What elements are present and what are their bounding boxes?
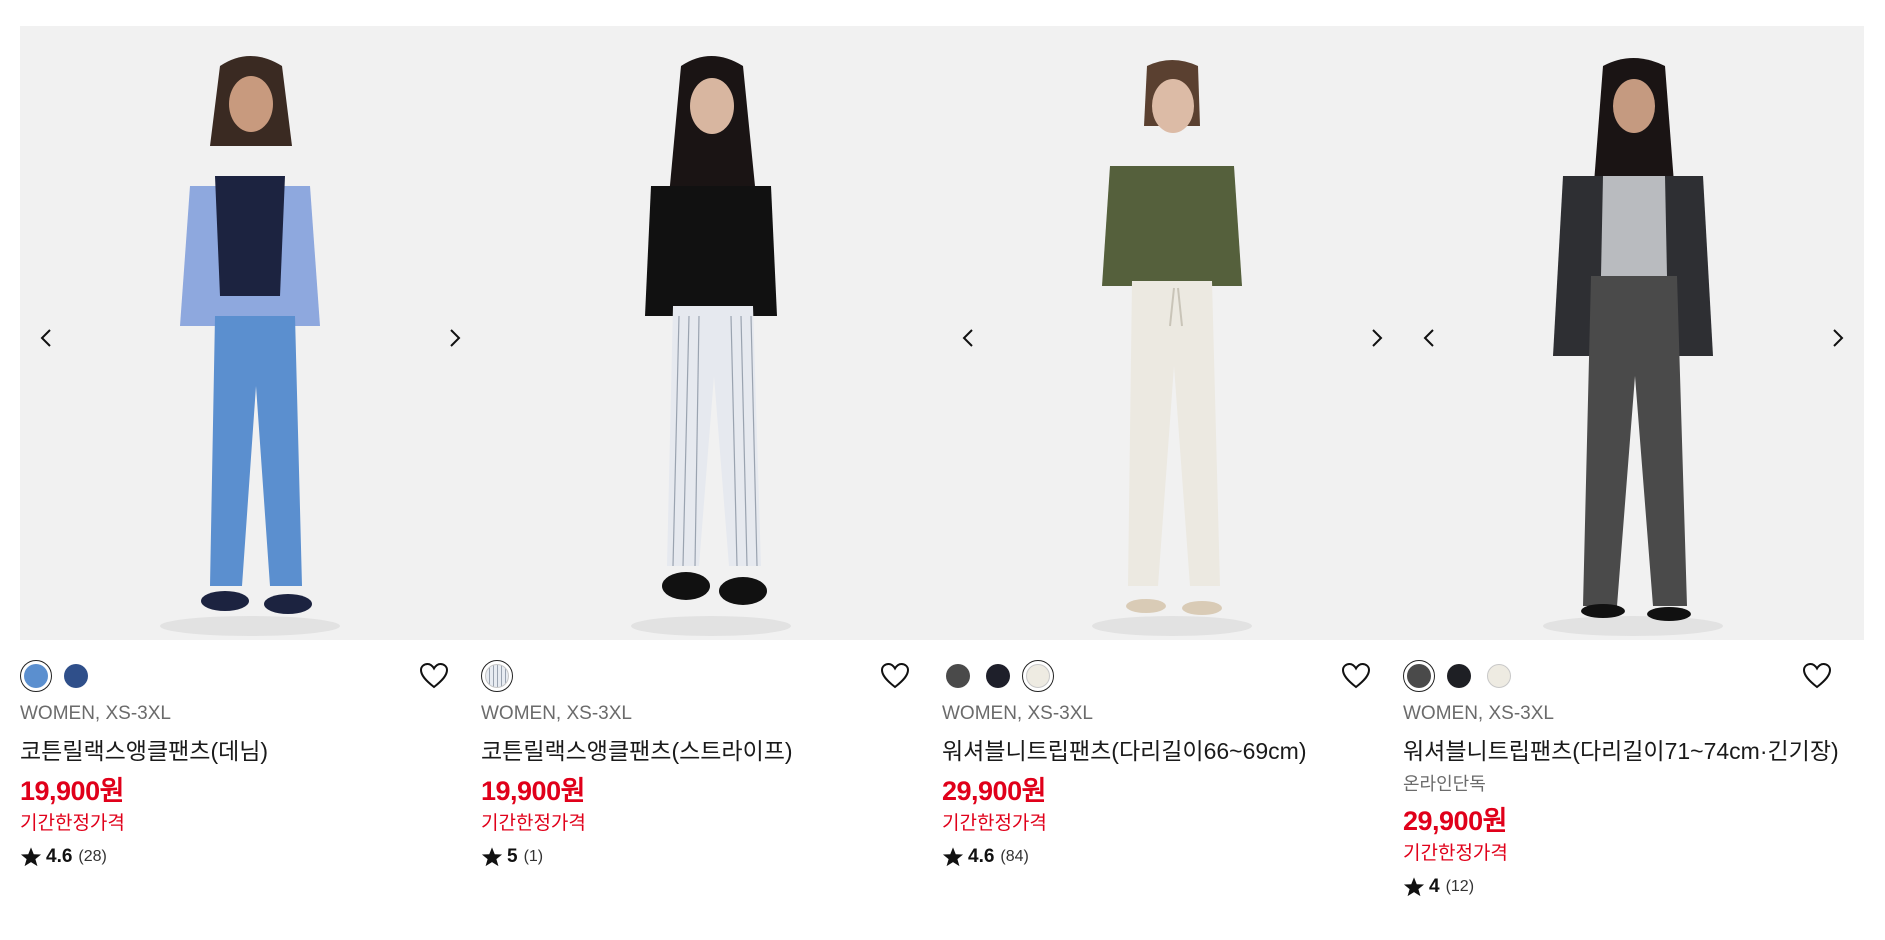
product-category: WOMEN, XS-3XL	[20, 703, 171, 724]
heart-outline-icon[interactable]	[1341, 662, 1371, 690]
review-count: (28)	[78, 848, 107, 865]
product-price: 19,900원	[481, 776, 585, 806]
product-image[interactable]	[1403, 26, 1864, 640]
color-swatch[interactable]	[1483, 660, 1515, 692]
product-price: 19,900원	[20, 776, 124, 806]
carousel-prev-button[interactable]	[950, 318, 986, 358]
carousel-next-button[interactable]	[1359, 318, 1395, 358]
product-category: WOMEN, XS-3XL	[481, 703, 632, 724]
swatch-color	[485, 664, 509, 688]
rating: 4 (12)	[1403, 874, 1864, 900]
product-price: 29,900원	[1403, 806, 1507, 836]
rating-score: 4.6	[46, 846, 73, 867]
product-photo	[1403, 26, 1864, 640]
heart-outline-icon[interactable]	[1802, 662, 1832, 690]
color-swatch[interactable]	[481, 660, 513, 692]
swatch-color	[24, 664, 48, 688]
rating: 4.6 (28)	[20, 844, 481, 870]
product-grid: WOMEN, XS-3XL 코튼릴랙스앵클팬츠(데님) 19,900원 기간한정…	[20, 26, 1864, 900]
star-icon	[20, 847, 42, 867]
product-category: WOMEN, XS-3XL	[942, 703, 1093, 724]
heart-outline-icon[interactable]	[880, 662, 910, 690]
carousel-prev-button[interactable]	[28, 318, 64, 358]
color-swatch[interactable]	[20, 660, 52, 692]
chevron-left-icon	[962, 329, 973, 347]
promo-label: 기간한정가격	[20, 813, 125, 834]
product-image[interactable]	[942, 26, 1403, 640]
rating-score: 5	[507, 846, 518, 867]
swatch-color	[64, 664, 88, 688]
swatch-color	[946, 664, 970, 688]
chevron-left-icon	[1423, 329, 1434, 347]
swatch-color	[1407, 664, 1431, 688]
color-swatches	[481, 660, 513, 692]
rating: 4.6 (84)	[942, 844, 1403, 870]
rating: 5 (1)	[481, 844, 942, 870]
product-name[interactable]: 코튼릴랙스앵클팬츠(데님)	[20, 736, 481, 766]
swatch-color	[1447, 664, 1471, 688]
rating-score: 4	[1429, 876, 1440, 897]
product-price: 29,900원	[942, 776, 1046, 806]
product-card[interactable]: WOMEN, XS-3XL 코튼릴랙스앵클팬츠(데님) 19,900원 기간한정…	[20, 26, 481, 900]
color-swatches	[942, 660, 1054, 692]
review-count: (1)	[523, 848, 544, 865]
promo-label: 기간한정가격	[1403, 843, 1508, 864]
card-actions-row	[942, 640, 1403, 702]
review-count: (12)	[1445, 878, 1475, 895]
carousel-next-button[interactable]	[437, 318, 473, 358]
product-photo	[481, 26, 942, 640]
color-swatches	[20, 660, 92, 692]
card-actions-row	[481, 640, 942, 702]
color-swatches	[1403, 660, 1515, 692]
review-count: (84)	[1000, 848, 1029, 865]
color-swatch[interactable]	[942, 660, 974, 692]
chevron-left-icon	[40, 329, 51, 347]
swatch-color	[1026, 664, 1050, 688]
product-photo	[20, 26, 481, 640]
color-swatch[interactable]	[1022, 660, 1054, 692]
product-image[interactable]	[20, 26, 481, 640]
product-card[interactable]: WOMEN, XS-3XL 워셔블니트립팬츠(다리길이66~69cm) 29,9…	[942, 26, 1403, 900]
product-name[interactable]: 코튼릴랙스앵클팬츠(스트라이프)	[481, 736, 942, 766]
swatch-color	[986, 664, 1010, 688]
carousel-prev-button[interactable]	[1411, 318, 1447, 358]
product-name[interactable]: 워셔블니트립팬츠(다리길이66~69cm)	[942, 736, 1403, 766]
card-actions-row	[1403, 640, 1864, 702]
carousel-next-button[interactable]	[1820, 318, 1856, 358]
rating-score: 4.6	[968, 846, 995, 867]
chevron-right-icon	[1372, 329, 1383, 347]
star-icon	[1403, 877, 1425, 897]
card-actions-row	[20, 640, 481, 702]
online-exclusive-label: 온라인단독	[1403, 774, 1486, 794]
chevron-right-icon	[1833, 329, 1844, 347]
product-image[interactable]	[481, 26, 942, 640]
color-swatch[interactable]	[1403, 660, 1435, 692]
promo-label: 기간한정가격	[481, 813, 586, 834]
product-category: WOMEN, XS-3XL	[1403, 703, 1554, 724]
product-photo	[942, 26, 1403, 640]
color-swatch[interactable]	[1443, 660, 1475, 692]
product-name[interactable]: 워셔블니트립팬츠(다리길이71~74cm·긴기장)	[1403, 736, 1864, 766]
color-swatch[interactable]	[982, 660, 1014, 692]
product-card[interactable]: WOMEN, XS-3XL 워셔블니트립팬츠(다리길이71~74cm·긴기장) …	[1403, 26, 1864, 900]
star-icon	[942, 847, 964, 867]
color-swatch[interactable]	[60, 660, 92, 692]
heart-outline-icon[interactable]	[419, 662, 449, 690]
promo-label: 기간한정가격	[942, 813, 1047, 834]
product-card[interactable]: WOMEN, XS-3XL 코튼릴랙스앵클팬츠(스트라이프) 19,900원 기…	[481, 26, 942, 900]
chevron-right-icon	[450, 329, 461, 347]
swatch-color	[1487, 664, 1511, 688]
star-icon	[481, 847, 503, 867]
